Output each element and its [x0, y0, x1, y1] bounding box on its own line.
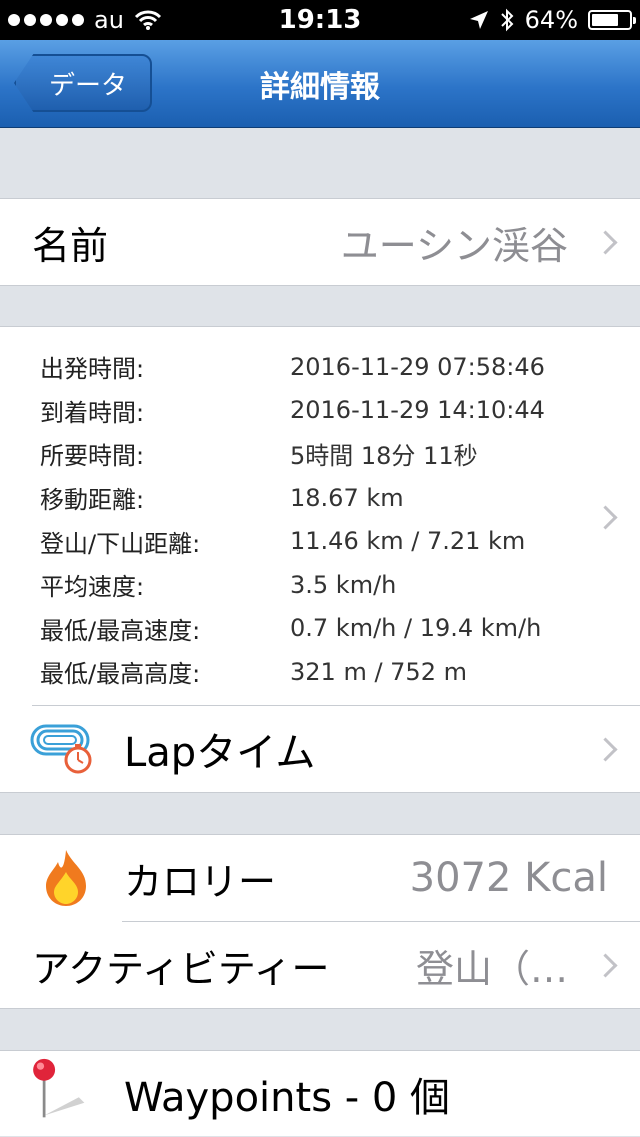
details-section: 出発時間: 2016-11-29 07:58:46 到着時間: 2016-11-… [0, 326, 640, 793]
status-bar: au 19:13 64% [0, 0, 640, 40]
chevron-right-icon [593, 229, 618, 255]
detail-key: 登山/下山距離: [40, 529, 201, 558]
calorie-label: カロリー [124, 859, 277, 904]
chevron-right-icon [593, 736, 618, 762]
detail-value: 11.46 km / 7.21 km [290, 527, 526, 556]
bluetooth-icon [500, 8, 514, 32]
detail-line: 平均速度: 3.5 km/h [0, 563, 640, 607]
detail-line: 登山/下山距離: 11.46 km / 7.21 km [0, 519, 640, 563]
detail-value: 18.67 km [290, 483, 404, 512]
name-value: ユーシン渓谷 [340, 223, 568, 268]
battery-percentage: 64% [524, 6, 578, 34]
detail-key: 最低/最高高度: [40, 660, 201, 689]
detail-line: 最低/最高速度: 0.7 km/h / 19.4 km/h [0, 607, 640, 651]
detail-key: 到着時間: [40, 398, 145, 427]
detail-value: 321 m / 752 m [290, 657, 467, 686]
activity-value: 登山（… [415, 946, 568, 991]
detail-key: 移動距離: [40, 486, 145, 515]
battery-icon [588, 10, 636, 30]
waypoints-row[interactable]: Waypoints - 0 個 [0, 1051, 640, 1137]
calorie-row: カロリー 3072 Kcal [0, 835, 640, 921]
chevron-right-icon [593, 952, 618, 978]
location-arrow-icon [469, 11, 488, 29]
flame-icon [34, 846, 98, 910]
name-label: 名前 [32, 223, 109, 268]
activity-label: アクティビティー [32, 946, 330, 991]
detail-line: 所要時間: 5時間 18分 11秒 [0, 432, 640, 476]
calorie-value: 3072 Kcal [409, 855, 608, 901]
name-section: 名前 ユーシン渓谷 [0, 198, 640, 286]
detail-key: 最低/最高速度: [40, 616, 201, 645]
navigation-bar: データ 詳細情報 [0, 40, 640, 128]
detail-line: 移動距離: 18.67 km [0, 476, 640, 520]
lap-icon [30, 717, 94, 781]
page-title: 詳細情報 [260, 70, 380, 105]
name-row[interactable]: 名前 ユーシン渓谷 [0, 199, 640, 285]
detail-key: 平均速度: [40, 573, 145, 602]
detail-line: 出発時間: 2016-11-29 07:58:46 [0, 345, 640, 389]
detail-value: 5時間 18分 11秒 [290, 442, 478, 471]
waypoints-section: Waypoints - 0 個 [0, 1050, 640, 1136]
lap-time-label: Lapタイム [124, 730, 316, 776]
lap-time-row[interactable]: Lapタイム [0, 706, 640, 792]
detail-value: 2016-11-29 07:58:46 [290, 352, 545, 381]
details-row[interactable]: 出発時間: 2016-11-29 07:58:46 到着時間: 2016-11-… [0, 327, 640, 705]
detail-value: 0.7 km/h / 19.4 km/h [290, 614, 542, 643]
detail-value: 3.5 km/h [290, 570, 397, 599]
calorie-section: カロリー 3072 Kcal アクティビティー 登山（… [0, 834, 640, 1009]
detail-line: 到着時間: 2016-11-29 14:10:44 [0, 389, 640, 433]
map-pin-icon [24, 1057, 88, 1121]
detail-key: 出発時間: [40, 355, 145, 384]
waypoints-label: Waypoints - 0 個 [124, 1075, 451, 1121]
detail-key: 所要時間: [40, 442, 145, 471]
status-right: 64% [469, 0, 636, 40]
detail-value: 2016-11-29 14:10:44 [290, 396, 545, 425]
activity-row[interactable]: アクティビティー 登山（… [0, 922, 640, 1008]
detail-line: 最低/最高高度: 321 m / 752 m [0, 650, 640, 694]
